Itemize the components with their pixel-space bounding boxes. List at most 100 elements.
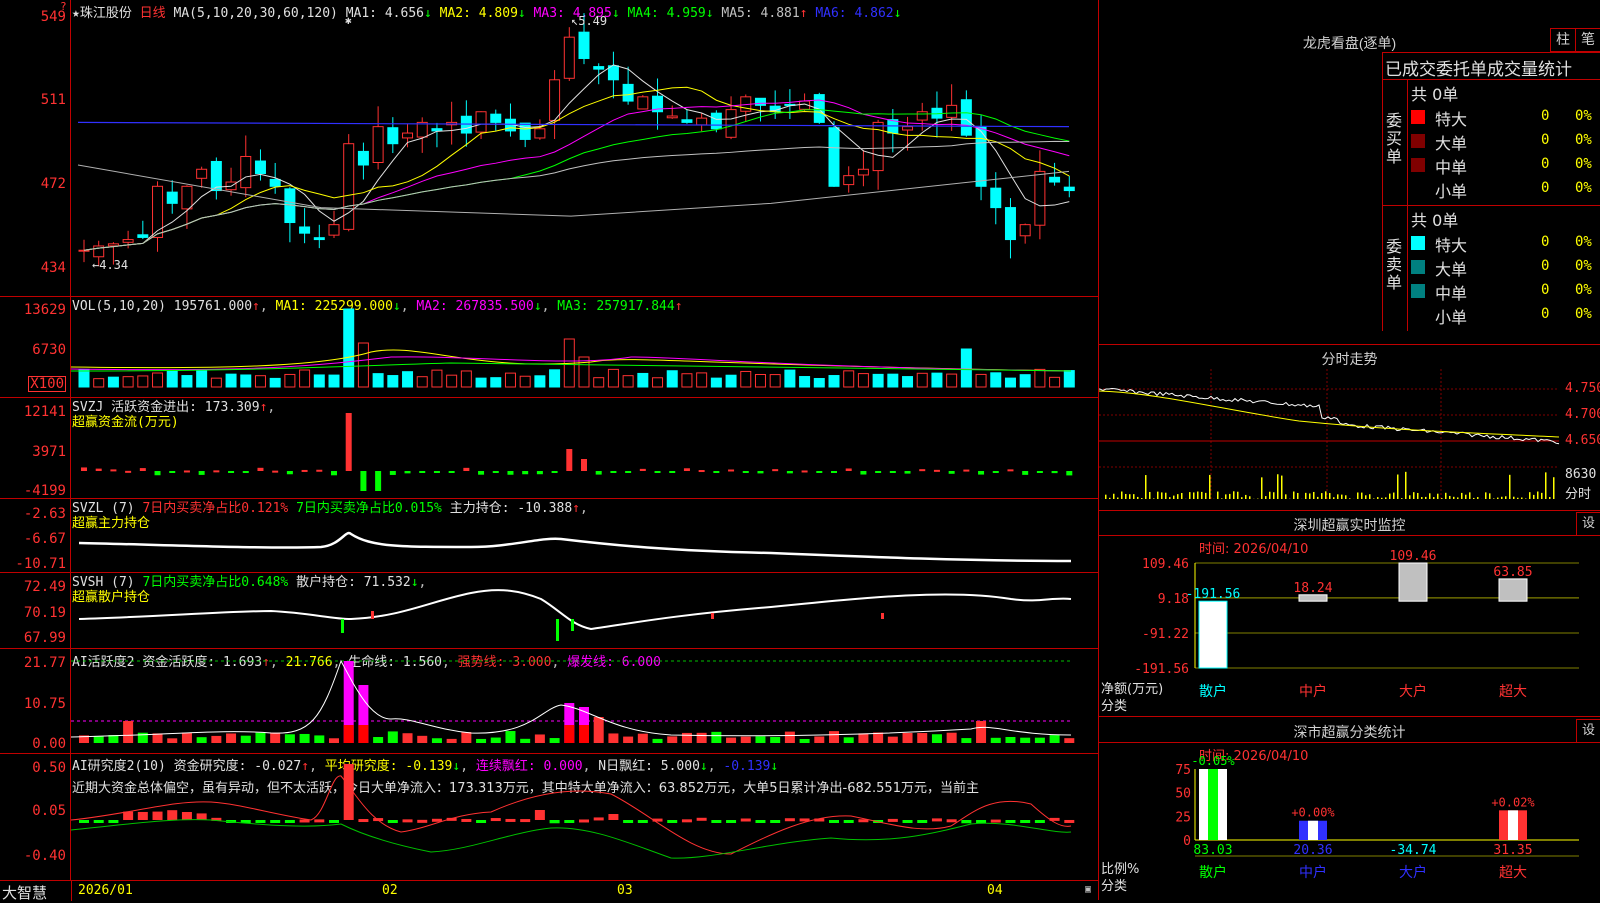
- volume-bar: [829, 376, 839, 387]
- candle-body: [697, 118, 707, 125]
- candle-body: [1050, 177, 1060, 182]
- ai-activity-bar: [182, 733, 192, 743]
- monitor-bar-chart[interactable]: 109.469.18-91.22-191.56-191.56散户18.24中户1…: [1099, 511, 1600, 716]
- order-percent: 0%: [1575, 306, 1592, 322]
- intraday-price-line: [1099, 389, 1559, 444]
- classify-panel[interactable]: 深市超赢分类统计 设 时间: 2026/04/10 7550250-0.05%8…: [1099, 717, 1600, 900]
- monitor-category: 中户: [1299, 683, 1327, 700]
- intraday-vol-bar: [1365, 495, 1367, 499]
- svzj-bar: [905, 471, 911, 474]
- intraday-vol-bar: [1425, 497, 1427, 499]
- svsh-y-axis: 72.49 70.19 67.99: [0, 573, 71, 648]
- intraday-vol-bar: [1537, 492, 1539, 499]
- monitor-category: 散户: [1199, 683, 1227, 700]
- volume-bar: [197, 370, 207, 387]
- candlestick-chart[interactable]: [71, 0, 1098, 296]
- order-color-swatch: [1411, 110, 1425, 124]
- ai-activity-bar: [358, 725, 368, 743]
- ai-activity-panel[interactable]: 21.77 10.75 0.00 AI活跃度2 资金活跃度: 1.693↑, 2…: [0, 649, 1098, 754]
- ai-research-bar: [682, 819, 692, 822]
- tick-view-button[interactable]: 笔: [1575, 28, 1600, 52]
- buy-side-label: 委买单: [1383, 80, 1408, 205]
- svzj-bar: [802, 470, 808, 472]
- ai-research-bar: [505, 819, 515, 822]
- intraday-vol-bar: [1397, 475, 1399, 499]
- ai-activity-bar: [726, 738, 736, 743]
- stat-tabs-label[interactable]: 已成交委托单成交量统计: [1385, 55, 1572, 80]
- svzj-chart[interactable]: [71, 398, 1098, 498]
- svzl-chart[interactable]: [71, 499, 1098, 572]
- intraday-vol-bar: [1249, 496, 1251, 499]
- intraday-vol-bar: [1105, 495, 1107, 499]
- lock-icon[interactable]: ▣: [1085, 884, 1091, 895]
- volume-bar: [682, 374, 692, 387]
- ai-activity-bar: [770, 737, 780, 743]
- ai-research-bar: [388, 820, 398, 823]
- volume-chart[interactable]: [71, 297, 1098, 397]
- intraday-chart[interactable]: [1099, 369, 1600, 510]
- volume-panel[interactable]: 13629 6730 X100 VOL(5,10,20) 195761.000↑…: [0, 297, 1098, 398]
- monitor-panel[interactable]: 深圳超赢实时监控 设 时间: 2026/04/10 109.469.18-91.…: [1099, 511, 1600, 717]
- candle-body: [373, 127, 383, 163]
- ai-research-bar: [403, 819, 413, 822]
- ai-activity-bar: [594, 717, 604, 743]
- candle-body: [535, 129, 545, 138]
- ai-activity-bar: [564, 725, 574, 743]
- volume-bar: [182, 376, 192, 387]
- question-icon[interactable]: ?: [60, 0, 67, 13]
- ai-research-chart[interactable]: [71, 754, 1098, 880]
- volume-bar: [358, 343, 368, 387]
- classify-category: 散户: [1199, 864, 1227, 881]
- volume-bar: [153, 373, 163, 387]
- svsh-chart[interactable]: [71, 573, 1098, 648]
- volume-bar: [608, 369, 618, 387]
- ai-research-bar: [770, 820, 780, 823]
- ai-activity-bar: [608, 733, 618, 743]
- ai-research-bar: [417, 820, 427, 823]
- svzj-bar: [1066, 471, 1072, 475]
- intraday-vol-bar: [1205, 493, 1207, 499]
- intraday-vol-bar: [1345, 495, 1347, 499]
- svzj-bar: [757, 471, 763, 473]
- ai-research-panel[interactable]: 0.50 0.05 -0.40 AI研究度2(10) 资金研究度: -0.027…: [0, 754, 1098, 880]
- price-panel[interactable]: 549 511 472 434 ? ★珠江股份 日线 MA(5,10,20,30…: [0, 0, 1098, 297]
- ai-activity-bar: [403, 733, 413, 743]
- order-row: 大单00%: [1411, 130, 1600, 152]
- ai-activity-chart[interactable]: [71, 649, 1098, 753]
- svzj-bar: [272, 471, 278, 473]
- volume-y-axis: 13629 6730 X100: [0, 297, 71, 397]
- svzj-bar: [522, 471, 528, 474]
- dragon-tiger-title: 龙虎看盘(逐单): [1099, 33, 1600, 53]
- order-count: 0: [1541, 108, 1549, 124]
- svzj-bar: [390, 471, 396, 475]
- ai-activity-bar: [800, 739, 810, 743]
- candle-body: [153, 186, 163, 237]
- volume-bar: [344, 309, 354, 387]
- intraday-vol-bar: [1277, 474, 1279, 499]
- volume-bar: [285, 374, 295, 387]
- intraday-panel[interactable]: 分时走势 4.750 4.700 4.650 8630 分时: [1099, 345, 1600, 511]
- order-type: 大单: [1435, 130, 1467, 154]
- svzj-bar: [655, 471, 661, 473]
- intraday-vol-bar: [1381, 498, 1383, 499]
- price-tick: 434: [41, 261, 66, 275]
- ai-research-bar: [1035, 820, 1045, 823]
- bar-view-button[interactable]: 柱: [1550, 28, 1576, 52]
- classify-bar-chart[interactable]: 7550250-0.05%83.03散户+0.00%20.36中户-34.74大…: [1099, 717, 1600, 900]
- svzl-panel[interactable]: -2.63 -6.67 -10.71 SVZL (7) 7日内买卖净占比0.12…: [0, 499, 1098, 573]
- ai-research-bar: [314, 819, 324, 822]
- order-percent: 0%: [1575, 234, 1592, 250]
- svzj-panel[interactable]: 12141 3971 -4199 SVZJ 活跃资金进出: 173.309↑, …: [0, 398, 1098, 499]
- volume-bar: [770, 375, 780, 387]
- candle-body: [1035, 171, 1045, 225]
- x-tick: 03: [617, 883, 633, 898]
- intraday-vol-bar: [1293, 492, 1295, 499]
- svsh-panel[interactable]: 72.49 70.19 67.99 SVSH (7) 7日内买卖净占比0.648…: [0, 573, 1098, 649]
- stat-tabs[interactable]: 已成交委托单成交量统计: [1382, 52, 1600, 79]
- ai-activity-tick: 10.75: [24, 697, 66, 711]
- svzl-tick: -6.67: [24, 532, 66, 546]
- intraday-vol-bar: [1465, 495, 1467, 499]
- ai-research-bar: [947, 819, 957, 822]
- order-count: 0: [1541, 132, 1549, 148]
- intraday-vol-bar: [1305, 493, 1307, 499]
